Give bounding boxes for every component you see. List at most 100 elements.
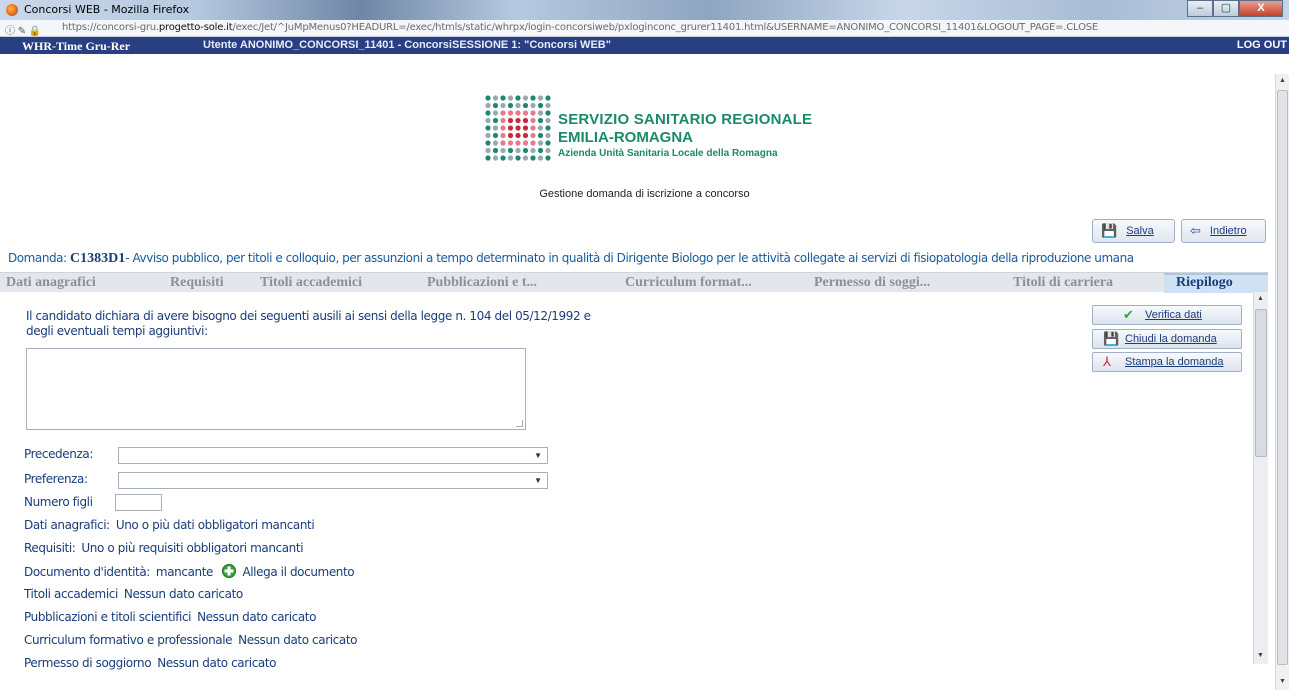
- logo-dot: [515, 117, 521, 124]
- logout-link[interactable]: LOG OUT: [1237, 39, 1287, 51]
- logo-dot: [492, 102, 499, 109]
- pdf-icon: ⅄: [1103, 354, 1111, 369]
- logo-dot: [537, 117, 544, 124]
- logo-line-1: SERVIZIO SANITARIO REGIONALE: [558, 111, 813, 128]
- domanda-header: Domanda: C1383D1- Avviso pubblico, per t…: [8, 251, 1134, 266]
- back-button[interactable]: ⇦ Indietro: [1181, 219, 1266, 243]
- logo-dot: [500, 117, 506, 124]
- logo-dot: [545, 102, 551, 109]
- chiudi-domanda-button[interactable]: 💾 Chiudi la domanda: [1092, 329, 1242, 349]
- logo-dot: [537, 140, 544, 146]
- logo-dot: [522, 132, 529, 139]
- tab-curriculum[interactable]: Curriculum format...: [625, 275, 752, 291]
- logo-dot: [485, 132, 491, 139]
- app-header: WHR-Time Gru-Rer Utente ANONIMO_CONCORSI…: [0, 37, 1289, 54]
- tab-permesso-soggiorno[interactable]: Permesso di soggi...: [814, 275, 930, 291]
- logo-dot: [537, 102, 544, 109]
- address-bar[interactable]: ⓘ ✎ 🔒 https://concorsi-gru.progetto-sole…: [0, 20, 1289, 37]
- scroll-up-icon[interactable]: ▲: [1257, 295, 1264, 302]
- logo-dot: [545, 140, 551, 146]
- logo-dot: [492, 125, 499, 131]
- back-arrow-icon: ⇦: [1190, 223, 1201, 238]
- tab-dati-anagrafici[interactable]: Dati anagrafici: [6, 275, 96, 291]
- logo-dot: [530, 110, 536, 116]
- logo-dot: [522, 110, 529, 116]
- tab-riepilogo[interactable]: Riepilogo: [1176, 275, 1233, 291]
- logo-dot: [530, 117, 536, 124]
- logo-dot: [500, 140, 506, 146]
- stampa-domanda-button[interactable]: ⅄ Stampa la domanda: [1092, 352, 1242, 372]
- logo-dot: [500, 155, 506, 161]
- logo-dot: [485, 125, 491, 131]
- add-document-icon[interactable]: [222, 564, 237, 578]
- preferenza-select[interactable]: ▼: [118, 472, 548, 489]
- maximize-button[interactable]: ▢: [1213, 0, 1239, 17]
- logo-dot: [522, 117, 529, 124]
- scroll-down-icon[interactable]: ▼: [1257, 652, 1264, 659]
- numero-figli-label: Numero figli: [24, 495, 93, 509]
- logo-dot: [492, 155, 499, 161]
- page-scroll-thumb[interactable]: [1277, 90, 1288, 665]
- logo-dot: [530, 125, 536, 131]
- logo-dot: [507, 155, 514, 161]
- logo-dot: [500, 102, 506, 109]
- logo-dots-icon: [485, 95, 551, 161]
- tab-pubblicazioni[interactable]: Pubblicazioni e t...: [427, 275, 537, 291]
- window-title: Concorsi WEB - Mozilla Firefox: [24, 3, 190, 16]
- summary-requisiti: Requisiti: Uno o più requisiti obbligator…: [24, 541, 304, 555]
- logo-dot: [492, 132, 499, 139]
- logo-dot: [530, 102, 536, 109]
- save-button[interactable]: 💾 Salva: [1092, 219, 1175, 243]
- tab-titoli-accademici[interactable]: Titoli accademici: [260, 275, 362, 291]
- page-scrollbar[interactable]: ▲ ▼: [1275, 74, 1289, 690]
- summary-curriculum: Curriculum formativo e professionale Ness…: [24, 633, 358, 647]
- scroll-down-icon[interactable]: ▼: [1279, 678, 1286, 685]
- logo-dot: [530, 95, 536, 101]
- tab-titoli-carriera[interactable]: Titoli di carriera: [1013, 275, 1113, 291]
- logo-dot: [537, 132, 544, 139]
- logo-dot: [530, 147, 536, 154]
- logo-dot: [545, 132, 551, 139]
- logo-dot: [515, 102, 521, 109]
- scroll-up-icon[interactable]: ▲: [1279, 77, 1286, 84]
- riepilogo-panel: Il candidato dichiara di avere bisogno d…: [0, 292, 1268, 690]
- precedenza-select[interactable]: ▼: [118, 447, 548, 464]
- logo-dot: [537, 125, 544, 131]
- verifica-dati-button[interactable]: ✔ Verifica dati: [1092, 305, 1242, 325]
- logo-dot: [485, 117, 491, 124]
- url-text[interactable]: https://concorsi-gru.progetto-sole.it/ex…: [62, 22, 1098, 33]
- logo-dot: [530, 140, 536, 146]
- firefox-icon: [6, 4, 18, 16]
- ausili-textarea[interactable]: [26, 348, 526, 430]
- logo-dot: [515, 132, 521, 139]
- logo-dot: [492, 95, 499, 101]
- summary-dati-anagrafici: Dati anagrafici: Uno o più dati obbligato…: [24, 518, 315, 532]
- logo-dot: [492, 110, 499, 116]
- panel-scroll-thumb[interactable]: [1255, 309, 1267, 457]
- logo-dot: [545, 95, 551, 101]
- close-window-button[interactable]: X: [1239, 0, 1283, 17]
- numero-figli-input[interactable]: [115, 494, 162, 511]
- tab-requisiti[interactable]: Requisiti: [170, 275, 224, 291]
- site-info-icon[interactable]: ⓘ ✎ 🔒: [5, 22, 41, 37]
- logo-dot: [545, 155, 551, 161]
- allega-documento-link[interactable]: Allega il documento: [242, 565, 354, 579]
- summary-pubblicazioni: Pubblicazioni e titoli scientifici Nessun…: [24, 610, 317, 624]
- logo-dot: [515, 95, 521, 101]
- logo-dot: [522, 125, 529, 131]
- minimize-button[interactable]: –: [1187, 0, 1213, 17]
- summary-documento-identita: Documento d'identità: mancante Allega il …: [24, 564, 355, 579]
- logo-dot: [522, 102, 529, 109]
- logo-dot: [515, 140, 521, 146]
- app-name: WHR-Time Gru-Rer: [22, 39, 131, 53]
- logo-dot: [500, 110, 506, 116]
- logo-line-3: Azienda Unità Sanitaria Locale della Rom…: [558, 148, 778, 159]
- logo-dot: [485, 140, 491, 146]
- logo-dot: [515, 155, 521, 161]
- logo-dot: [492, 117, 499, 124]
- logo-dot: [515, 110, 521, 116]
- logo-dot: [507, 117, 514, 124]
- panel-scrollbar[interactable]: ▲ ▼: [1253, 292, 1268, 664]
- logo-dot: [485, 147, 491, 154]
- logo-dot: [545, 110, 551, 116]
